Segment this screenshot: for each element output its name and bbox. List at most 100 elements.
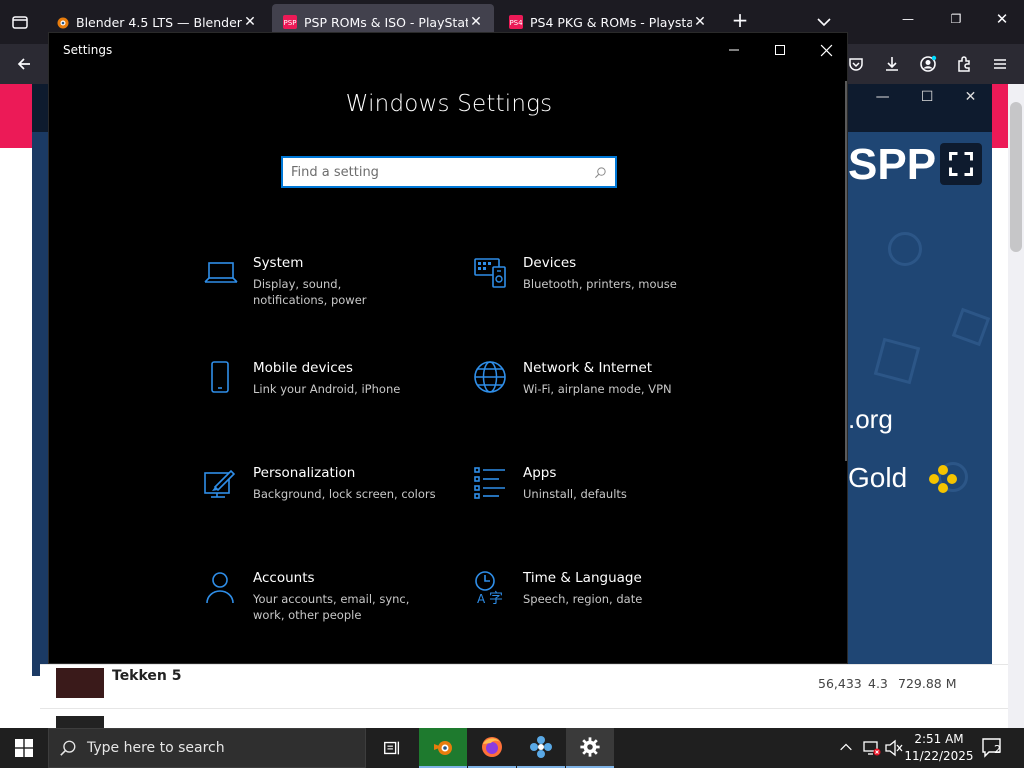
category-description: Display, sound, notifications, power bbox=[253, 277, 367, 307]
maximize-icon[interactable]: ☐ bbox=[921, 89, 934, 105]
ppsspp-gold-icon bbox=[926, 462, 960, 496]
game-title[interactable]: Tekken 5 bbox=[112, 668, 182, 684]
category-title: Accounts bbox=[253, 570, 315, 586]
fullscreen-icon[interactable] bbox=[940, 143, 982, 185]
category-title: Apps bbox=[523, 465, 557, 481]
category-title: Mobile devices bbox=[253, 360, 353, 376]
minimize-icon bbox=[729, 49, 739, 51]
task-view-button[interactable] bbox=[368, 728, 416, 768]
search-icon bbox=[60, 740, 76, 756]
taskbar-app-firefox[interactable] bbox=[468, 728, 516, 768]
taskbar-search-placeholder: Type here to search bbox=[87, 740, 225, 756]
category-time-language[interactable]: A字 Time & Language Speech, region, date bbox=[473, 568, 713, 638]
ppsspp-gold-text: Gold bbox=[848, 462, 908, 493]
close-tab-icon[interactable]: ✕ bbox=[468, 14, 484, 30]
taskbar-app-blender[interactable] bbox=[419, 728, 467, 768]
devices-icon bbox=[473, 255, 509, 291]
time-language-icon: A字 bbox=[473, 570, 509, 607]
tab-overview-icon[interactable] bbox=[8, 10, 32, 34]
network-icon[interactable] bbox=[862, 739, 882, 757]
person-icon bbox=[203, 570, 239, 606]
list-item[interactable] bbox=[40, 664, 1008, 704]
close-icon[interactable]: ✕ bbox=[965, 89, 977, 105]
category-accounts[interactable]: Accounts Your accounts, email, sync, wor… bbox=[203, 568, 443, 638]
ppsspp-icon bbox=[530, 736, 552, 758]
category-mobile-devices[interactable]: Mobile devices Link your Android, iPhone bbox=[203, 358, 443, 428]
browser-close-button[interactable]: ✕ bbox=[990, 10, 1014, 30]
taskbar-app-settings[interactable] bbox=[566, 728, 614, 768]
ppsspp-org-text: .org bbox=[848, 404, 893, 434]
list-item[interactable] bbox=[40, 708, 1008, 728]
tab-label: Blender 4.5 LTS — Blender bbox=[76, 14, 242, 30]
game-thumbnail[interactable] bbox=[56, 668, 104, 698]
search-box[interactable] bbox=[281, 156, 617, 188]
category-personalization[interactable]: Personalization Background, lock screen,… bbox=[203, 463, 443, 533]
category-description: Wi-Fi, airplane mode, VPN bbox=[523, 382, 672, 396]
minimize-button[interactable] bbox=[711, 33, 757, 67]
close-tab-icon[interactable]: ✕ bbox=[692, 14, 708, 30]
category-description: Uninstall, defaults bbox=[523, 487, 627, 501]
svg-text:PS4: PS4 bbox=[509, 19, 523, 27]
show-hidden-icons-chevron-icon[interactable] bbox=[838, 740, 856, 758]
settings-titlebar[interactable]: Settings bbox=[49, 33, 849, 67]
ps2-logo bbox=[56, 716, 104, 728]
phone-icon bbox=[203, 360, 239, 396]
category-devices[interactable]: Devices Bluetooth, printers, mouse bbox=[473, 253, 713, 323]
category-description: Background, lock screen, colors bbox=[253, 487, 436, 501]
maximize-icon bbox=[775, 45, 785, 55]
back-icon[interactable] bbox=[12, 52, 36, 76]
settings-scrollbar[interactable] bbox=[845, 81, 847, 461]
start-button[interactable] bbox=[0, 728, 48, 768]
account-icon[interactable] bbox=[916, 52, 940, 76]
category-network-internet[interactable]: Network & Internet Wi-Fi, airplane mode,… bbox=[473, 358, 713, 428]
tab-list-chevron-icon[interactable] bbox=[812, 10, 836, 34]
circle-shape bbox=[888, 232, 922, 266]
category-title: System bbox=[253, 255, 304, 271]
download-count: 56,433 bbox=[818, 676, 862, 691]
square-shape bbox=[873, 337, 921, 385]
close-tab-icon[interactable]: ✕ bbox=[242, 14, 258, 30]
globe-icon bbox=[473, 360, 509, 396]
category-apps[interactable]: Apps Uninstall, defaults bbox=[473, 463, 713, 533]
clock-time: 2:51 AM bbox=[914, 732, 964, 746]
download-icon[interactable] bbox=[880, 52, 904, 76]
page-scrollbar-thumb[interactable] bbox=[1010, 102, 1022, 252]
blender-icon bbox=[54, 14, 70, 30]
close-icon bbox=[820, 44, 832, 56]
maximize-button[interactable] bbox=[757, 33, 803, 67]
notifications-button[interactable]: 2 bbox=[980, 736, 1008, 760]
menu-icon[interactable] bbox=[988, 52, 1012, 76]
browser-restore-button[interactable]: ❐ bbox=[944, 12, 968, 32]
minimize-icon[interactable]: — bbox=[876, 89, 890, 105]
windows-logo-icon bbox=[15, 739, 33, 757]
category-title: Devices bbox=[523, 255, 577, 271]
taskbar-search[interactable]: Type here to search bbox=[48, 728, 366, 768]
search-input[interactable] bbox=[291, 164, 594, 180]
category-description: Your accounts, email, sync, work, other … bbox=[253, 592, 410, 622]
category-title: Personalization bbox=[253, 465, 356, 481]
category-description: Speech, region, date bbox=[523, 592, 643, 606]
paint-icon bbox=[203, 465, 239, 501]
category-description: Link your Android, iPhone bbox=[253, 382, 401, 396]
ppsspp-window-controls: — ☐ ✕ bbox=[860, 84, 992, 110]
category-system[interactable]: System Display, sound, notifications, po… bbox=[203, 253, 443, 323]
firefox-icon bbox=[482, 737, 502, 757]
tab-label: PSP ROMs & ISO - PlayStation P bbox=[304, 14, 468, 30]
window-title: Settings bbox=[63, 43, 113, 57]
category-title: Network & Internet bbox=[523, 360, 653, 376]
file-size: 729.88 M bbox=[898, 676, 957, 691]
taskbar: Type here to search 2:51 AM 11/22/2025 2 bbox=[0, 728, 1024, 768]
square-shape bbox=[951, 307, 991, 347]
system-clock[interactable]: 2:51 AM 11/22/2025 bbox=[896, 728, 982, 768]
search-icon[interactable] bbox=[594, 166, 607, 179]
browser-minimize-button[interactable]: — bbox=[896, 12, 920, 32]
close-button[interactable] bbox=[803, 33, 849, 67]
laptop-icon bbox=[203, 255, 239, 291]
extensions-icon[interactable] bbox=[952, 52, 976, 76]
svg-text:字: 字 bbox=[489, 591, 503, 606]
ps4-icon: PS4 bbox=[508, 14, 524, 30]
taskbar-app-ppsspp[interactable] bbox=[517, 728, 565, 768]
task-view-icon bbox=[384, 741, 400, 755]
settings-gear-icon bbox=[580, 737, 600, 757]
category-title: Time & Language bbox=[523, 570, 642, 586]
